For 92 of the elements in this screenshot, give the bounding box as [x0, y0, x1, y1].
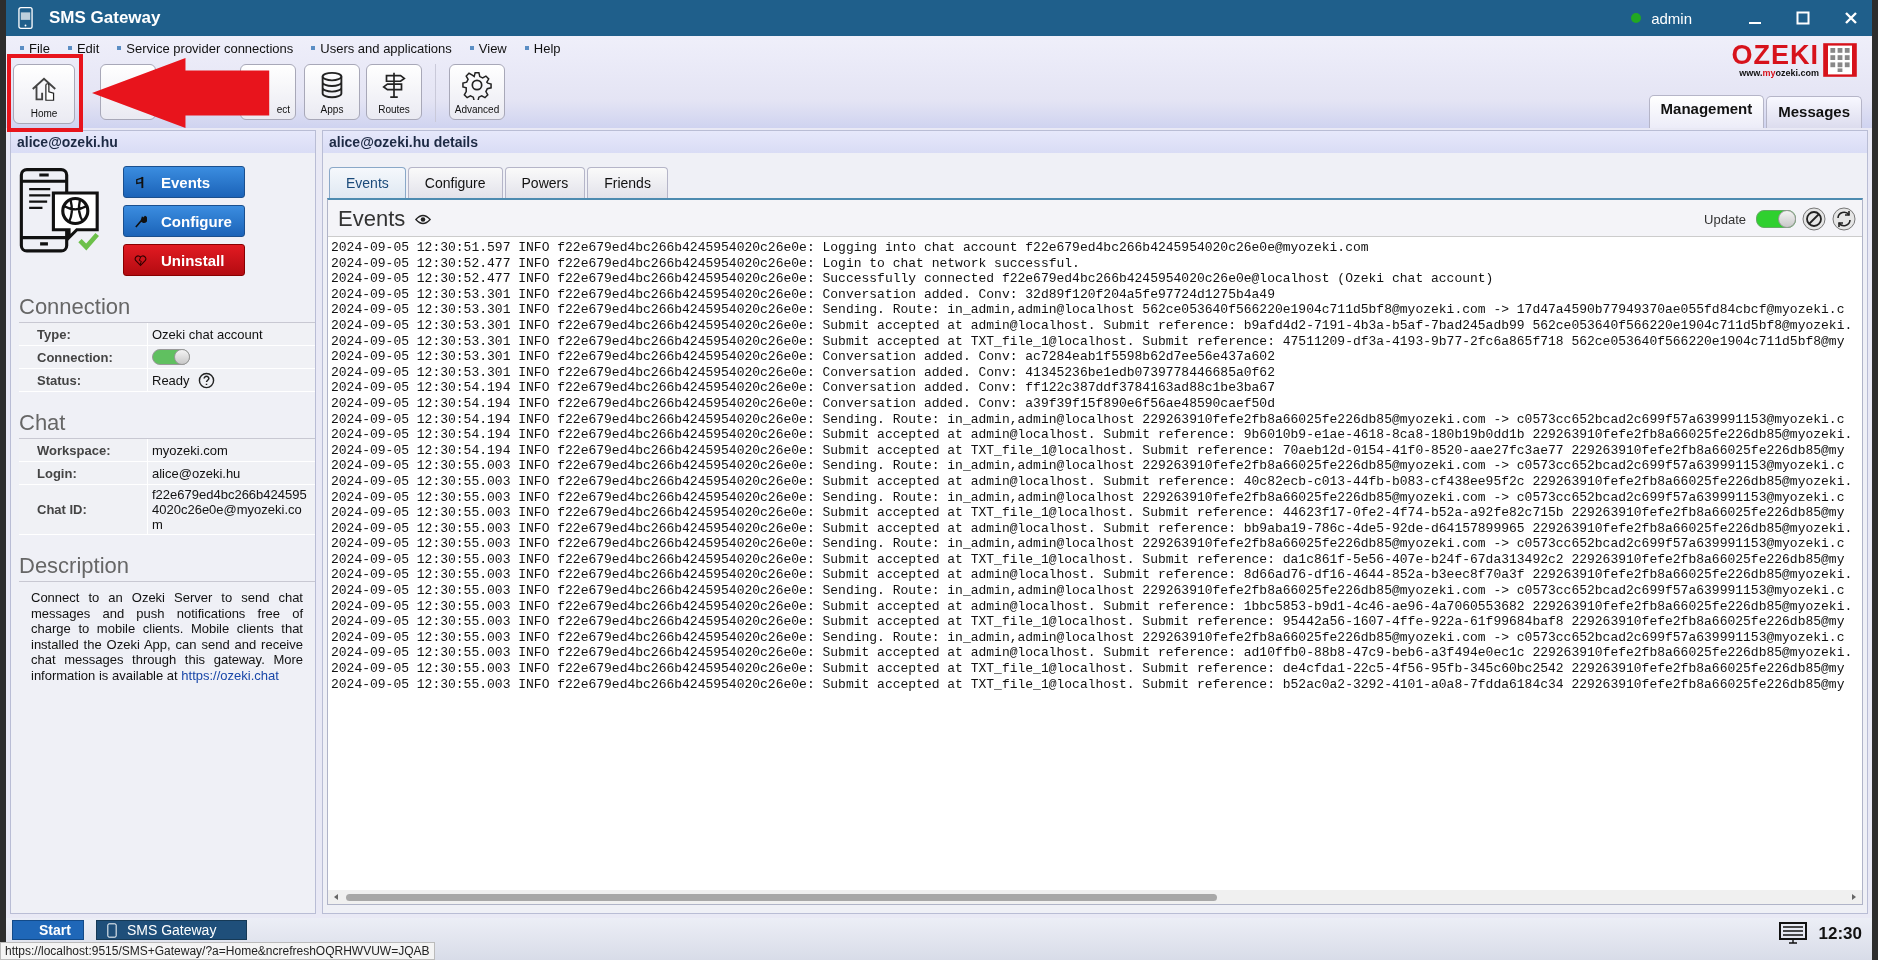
broken-heart-icon — [134, 253, 147, 267]
phone-icon — [18, 6, 33, 30]
eye-icon[interactable] — [415, 213, 432, 225]
log-line: 2024-09-05 12:30:54.194 INFO f22e679ed4bc266b4245954020c26e0e: Sending. Route: in_admin,admin@localhost 229263910fefe2fb8a66025fe226db85@myozeki.com -> c0573cc652bcad2c699f57a639991153@myozeki.c — [331, 411, 1845, 428]
log-line: 2024-09-05 12:30:55.003 INFO f22e679ed4bc266b4245954020c26e0e: Sending. Route: in_admin,admin@localhost 229263910fefe2fb8a66025fe226db85@myozeki.com -> c0573cc652bcad2c699f57a639991153@myozeki.c — [331, 458, 1845, 474]
clock: 12:30 — [1818, 924, 1862, 944]
tab[interactable]: Friends — [587, 167, 668, 198]
log-line: 2024-09-05 12:30:55.003 INFO f22e679ed4bc266b4245954020c26e0e: Sending. Route: in_admin,admin@localhost 229263910fefe2fb8a66025fe226db85@myozeki.com -> c0573cc652bcad2c699f57a639991153@myozeki.c — [331, 583, 1845, 599]
log-line: 2024-09-05 12:30:53.301 INFO f22e679ed4bc266b4245954020c26e0e: Submit accepted at TXT_file_1@localhost. Submit reference: 47511209-df3a-4193-9b77-2fc6a865f718 562ce053640f566220e1904c711d5bf8@my — [331, 333, 1845, 350]
log-line: 2024-09-05 12:30:51.597 INFO f22e679ed4bc266b4245954020c26e0e: Logging into chat account f22e679ed4bc266b4245954020c26e0e@myozeki.com — [331, 240, 1369, 256]
field-value: f22e679ed4bc266b4245954020c26e0e@myozeki.com — [152, 487, 308, 532]
field-label: Workspace: — [19, 439, 148, 461]
log-line: 2024-09-05 12:30:52.477 INFO f22e679ed4bc266b4245954020c26e0e: Successfully connected f22e679ed4bc266b4245954020c26e0e@localhost (Ozeki chat account) — [331, 271, 1494, 287]
field-label: Type: — [19, 323, 148, 345]
logo-url: www.myozeki.com — [1739, 68, 1819, 78]
log-line: 2024-09-05 12:30:53.301 INFO f22e679ed4bc266b4245954020c26e0e: Sending. Route: in_admin,admin@localhost 562ce053640f566220e1904c711d5bf8@myozeki.com -> 17d47a4590b77949370ae055fd84cbcf@myozeki.c — [331, 302, 1845, 318]
horizontal-scrollbar[interactable] — [328, 890, 1862, 904]
log-line: 2024-09-05 12:30:54.194 INFO f22e679ed4bc266b4245954020c26e0e: Submit accepted at TXT_file_1@localhost. Submit reference: 70aeb12d-0154-41f0-8520-aae27fc3ae77 229263910fefe2fb8a66025fe226db85@my — [331, 442, 1845, 459]
log-line: 2024-09-05 12:30:53.301 INFO f22e679ed4bc266b4245954020c26e0e: Conversation added. Conv: ac7284eab1f5598b62d7ee56e437a602 — [331, 349, 1275, 365]
log-line: 2024-09-05 12:30:53.301 INFO f22e679ed4bc266b4245954020c26e0e: Conversation added. Conv: 32d89f120f204a5fe97724d1275b4a49 — [331, 286, 1275, 303]
field-label: Login: — [19, 462, 148, 484]
log-line: 2024-09-05 12:30:55.003 INFO f22e679ed4bc266b4245954020c26e0e: Sending. Route: in_admin,admin@localhost 229263910fefe2fb8a66025fe226db85@myozeki.com -> c0573cc652bcad2c699f57a639991153@myozeki.c — [331, 629, 1845, 646]
update-label: Update — [1704, 211, 1746, 227]
action-button[interactable]: Uninstall — [123, 244, 245, 276]
toolbar-button[interactable]: Apps — [304, 64, 360, 120]
logo-name: OZEKI — [1731, 42, 1819, 68]
section-title: Description — [19, 553, 315, 582]
field-value: alice@ozeki.hu — [152, 465, 241, 481]
log-line: 2024-09-05 12:30:55.003 INFO f22e679ed4bc266b4245954020c26e0e: Sending. Route: in_admin,admin@localhost 229263910fefe2fb8a66025fe226db85@myozeki.com -> c0573cc652bcad2c699f57a639991153@myozeki.c — [331, 489, 1845, 506]
menu-item[interactable]: Help — [524, 40, 561, 56]
tab[interactable]: Events — [329, 167, 406, 198]
log-line: 2024-09-05 12:30:55.003 INFO f22e679ed4bc266b4245954020c26e0e: Submit accepted at admin@localhost. Submit reference: 40c82ecb-c013-44fb-b083-cf438ee95f2c 229263910fefe2fb8a66025fe226db85@myozeki. — [331, 473, 1853, 490]
toolbar-button[interactable]: Routes — [366, 64, 422, 120]
log-line: 2024-09-05 12:30:55.003 INFO f22e679ed4bc266b4245954020c26e0e: Submit accepted at admin@localhost. Submit reference: bb9aba19-786c-4de5-92de-d64157899965 229263910fefe2fb8a66025fe226db85@myozeki. — [331, 520, 1853, 537]
menu-item[interactable]: Users and applications — [311, 40, 452, 56]
maximize-icon[interactable] — [1796, 11, 1810, 25]
tab[interactable]: Configure — [407, 167, 503, 198]
view-tab[interactable]: Management — [1648, 95, 1765, 128]
scroll-left-icon[interactable] — [332, 893, 340, 901]
link[interactable]: https://ozeki.chat — [181, 667, 279, 683]
toolbar-button[interactable]: Advanced — [449, 64, 505, 120]
log-line: 2024-09-05 12:30:52.477 INFO f22e679ed4bc266b4245954020c26e0e: Login to chat network successful. — [331, 255, 1080, 272]
status-url-tooltip: https://localhost:9515/SMS+Gateway/?a=Home&ncrefreshOQRHWVUW=JQAB — [0, 942, 435, 960]
field-value: myozeki.com — [152, 442, 228, 458]
keypad-icon — [1822, 42, 1858, 78]
window-title: SMS Gateway — [49, 8, 161, 28]
monitor-icon[interactable] — [1778, 922, 1807, 944]
log-line: 2024-09-05 12:30:53.301 INFO f22e679ed4bc266b4245954020c26e0e: Conversation added. Conv: 41345236be1edb0739778446685a0f62 — [331, 364, 1275, 381]
log-line: 2024-09-05 12:30:54.194 INFO f22e679ed4bc266b4245954020c26e0e: Conversation added. Conv: a39f39f15f890e6f56ae48590caef50d — [331, 395, 1275, 412]
clear-icon[interactable] — [1802, 207, 1826, 231]
gear-icon — [462, 70, 492, 100]
action-button[interactable]: Events — [123, 166, 245, 198]
field-value: Ready — [152, 372, 190, 388]
tab[interactable]: Powers — [504, 167, 586, 198]
help-icon[interactable] — [197, 371, 215, 389]
log-line: 2024-09-05 12:30:53.301 INFO f22e679ed4bc266b4245954020c26e0e: Submit accepted at admin@localhost. Submit reference: b9afd4d2-7191-4b3a-b5af-7bad245adb99 562ce053640f566220e1904c711d5bf8@myozeki. — [331, 317, 1853, 334]
start-button[interactable]: Start — [12, 920, 84, 940]
action-button[interactable]: Configure — [123, 205, 245, 237]
log-line: 2024-09-05 12:30:55.003 INFO f22e679ed4bc266b4245954020c26e0e: Submit accepted at TXT_file_1@localhost. Submit reference: de4cfda1-22c5-4f56-95fb-345c60bc2542 229263910fefe2fb8a66025fe226db85@my — [331, 661, 1845, 677]
log-line: 2024-09-05 12:30:54.194 INFO f22e679ed4bc266b4245954020c26e0e: Conversation added. Conv: ff122c387ddf3784163ad88c1be3ba67 — [331, 380, 1275, 396]
description-text: Connect to an Ozeki Server to send chat messages and push notifications free of charge to mobile clients. Mobile clients that installed the Ozeki App, can send and receive chat messages through this gateway. More information is available at https://ozeki.chat — [31, 590, 303, 684]
menu-item[interactable]: Edit — [67, 40, 100, 56]
log-line: 2024-09-05 12:30:55.003 INFO f22e679ed4bc266b4245954020c26e0e: Sending. Route: in_admin,admin@localhost 229263910fefe2fb8a66025fe226db85@myozeki.com -> c0573cc652bcad2c699f57a639991153@myozeki.c — [331, 536, 1845, 552]
log-line: 2024-09-05 12:30:55.003 INFO f22e679ed4bc266b4245954020c26e0e: Submit accepted at admin@localhost. Submit reference: ad10ffb0-88b8-47c9-beb6-a3f494e0ec1c 229263910fefe2fb8a66025fe226db85@myozeki. — [331, 645, 1853, 662]
user-name: admin — [1651, 9, 1692, 27]
menu-item[interactable]: File — [20, 40, 50, 56]
refresh-icon[interactable] — [1832, 207, 1856, 231]
toolbar-button[interactable]: Home — [13, 64, 75, 124]
events-title: Events — [338, 206, 406, 232]
update-toggle[interactable] — [1756, 210, 1796, 228]
menu-item[interactable]: View — [469, 40, 507, 56]
menu-item[interactable]: Service provider connections — [117, 40, 294, 56]
scroll-right-icon[interactable] — [1850, 893, 1858, 901]
log-line: 2024-09-05 12:30:54.194 INFO f22e679ed4bc266b4245954020c26e0e: Submit accepted at admin@localhost. Submit reference: 9b6010b9-e1ae-4618-8ca8-180b19b0dd1b 229263910fefe2fb8a66025fe226db85@myozeki. — [331, 427, 1853, 443]
wrench-icon — [134, 214, 147, 228]
view-tab[interactable]: Messages — [1766, 96, 1862, 128]
log-line: 2024-09-05 12:30:55.003 INFO f22e679ed4bc266b4245954020c26e0e: Submit accepted at admin@localhost. Submit reference: 1bbc5853-b9d1-4c46-ae96-4a7060553682 229263910fefe2fb8a66025fe226db85@myozeki. — [331, 598, 1853, 615]
close-icon[interactable] — [1844, 11, 1858, 25]
panel-title: alice@ozeki.hu — [17, 134, 118, 150]
field-value: Ozeki chat account — [152, 326, 263, 342]
phone-icon — [106, 922, 117, 938]
connection-toggle[interactable] — [152, 349, 190, 365]
taskbar-app[interactable]: SMS Gateway — [95, 920, 248, 940]
log-line: 2024-09-05 12:30:55.003 INFO f22e679ed4bc266b4245954020c26e0e: Submit accepted at TXT_file_1@localhost. Submit reference: b52ac0a2-3292-4101-a0a8-7fdda6184c34 229263910fefe2fb8a66025fe226db85@my — [331, 676, 1845, 693]
log-line: 2024-09-05 12:30:55.003 INFO f22e679ed4bc266b4245954020c26e0e: Submit accepted at TXT_file_1@localhost. Submit reference: 95442a56-1607-4ffe-922a-61f99684baf8 229263910fefe2fb8a66025fe226db85@my — [331, 614, 1845, 630]
log-line: 2024-09-05 12:30:55.003 INFO f22e679ed4bc266b4245954020c26e0e: Submit accepted at TXT_file_1@localhost. Submit reference: da1c861f-5e56-407e-b24f-67da313492c2 229263910fefe2fb8a66025fe226db85@my — [331, 551, 1845, 568]
panel-title: alice@ozeki.hu details — [329, 134, 479, 150]
field-label: Connection: — [19, 346, 148, 368]
log-line: 2024-09-05 12:30:55.003 INFO f22e679ed4bc266b4245954020c26e0e: Submit accepted at admin@localhost. Submit reference: 8d66ad76-df16-4644-852a-b3eec8f70a3f 229263910fefe2fb8a66025fe226db85@myozeki. — [331, 567, 1853, 584]
log-line: 2024-09-05 12:30:55.003 INFO f22e679ed4bc266b4245954020c26e0e: Submit accepted at TXT_file_1@localhost. Submit reference: 44623f17-0fe2-4f74-b52a-a92fe82c715b 229263910fefe2fb8a66025fe226db85@my — [331, 505, 1845, 521]
field-label: Status: — [19, 369, 148, 391]
field-label: Chat ID: — [19, 485, 148, 534]
